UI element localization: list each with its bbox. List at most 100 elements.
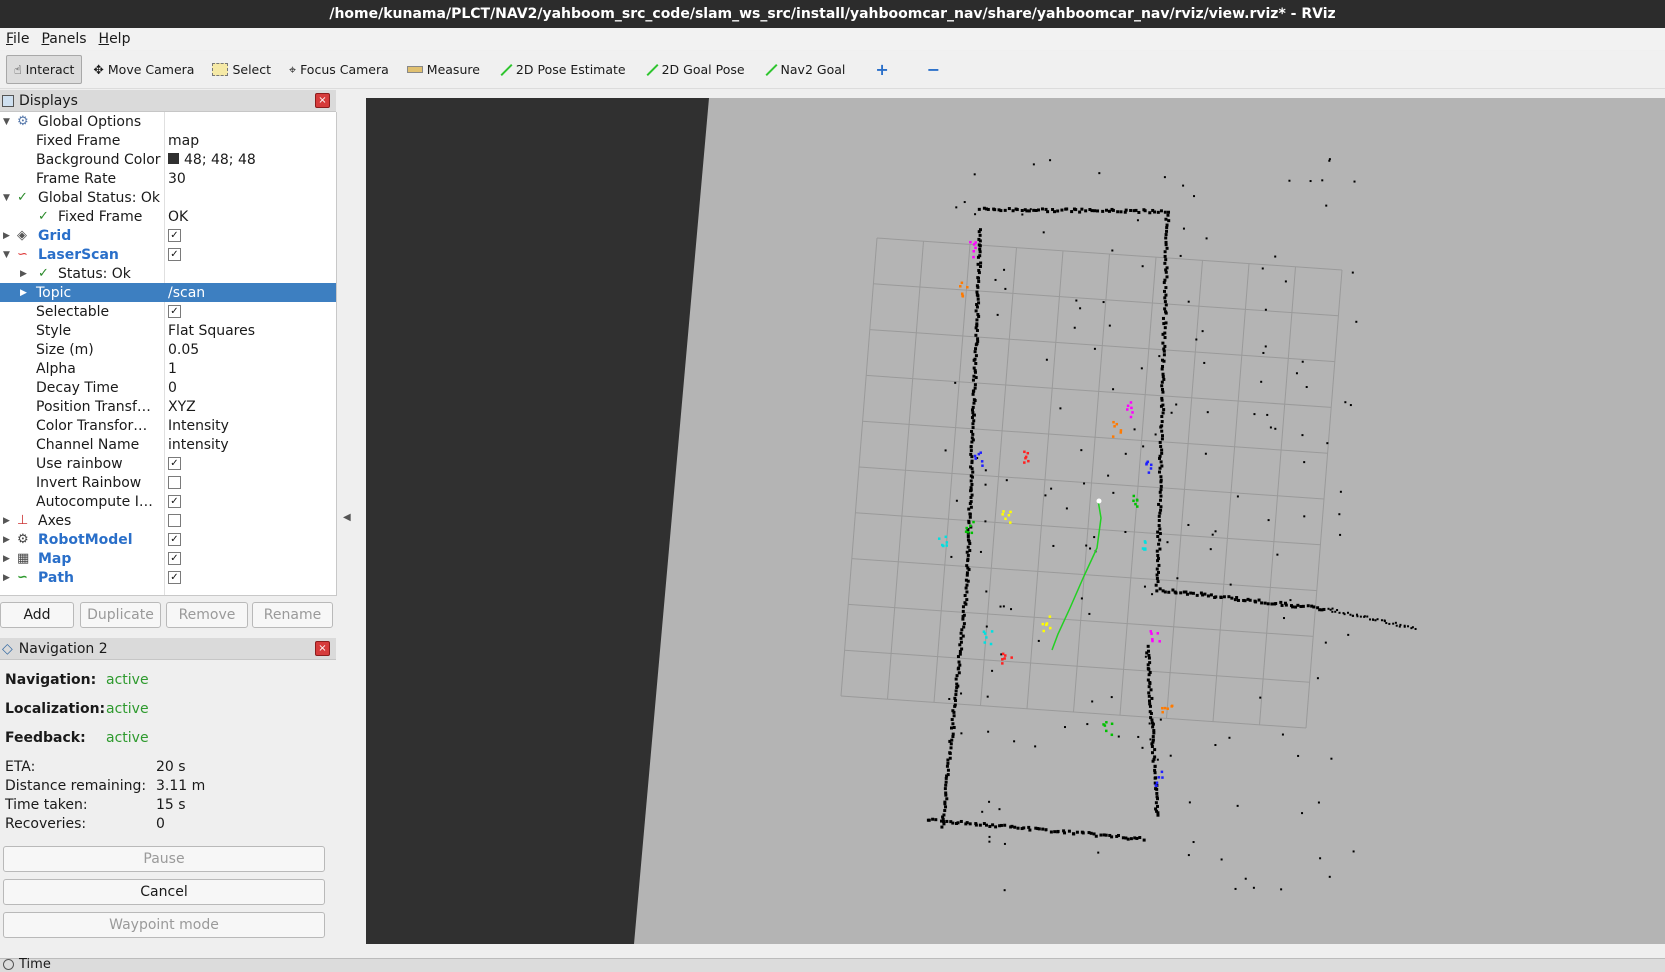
- tree-row-fixed-frame[interactable]: Fixed Frame map: [0, 131, 336, 150]
- green-arrow-icon: [498, 63, 512, 77]
- measure-tool[interactable]: Measure: [400, 56, 487, 83]
- interact-tool[interactable]: ☝ Interact: [6, 55, 83, 84]
- tree-row-channel-name[interactable]: Channel Name intensity: [0, 435, 336, 454]
- render-viewport[interactable]: [366, 98, 1665, 944]
- tree-row-alpha[interactable]: Alpha 1: [0, 359, 336, 378]
- monitor-icon: [2, 94, 14, 107]
- navigation-label: Navigation:: [5, 672, 97, 688]
- color-swatch: [168, 153, 179, 164]
- check-icon: ✓: [38, 266, 49, 281]
- tree-row-background-color[interactable]: Background Color 48; 48; 48: [0, 150, 336, 169]
- tree-row-laserscan[interactable]: ▼ ∽ LaserScan ✓: [0, 245, 336, 264]
- eta-value: 20 s: [156, 759, 186, 775]
- tree-row-grid[interactable]: ▶ ◈ Grid ✓: [0, 226, 336, 245]
- tree-row-map[interactable]: ▶ ▦ Map ✓: [0, 549, 336, 568]
- displays-title: Displays: [19, 92, 78, 109]
- tree-row-use-rainbow[interactable]: Use rainbow ✓: [0, 454, 336, 473]
- tree-row-path[interactable]: ▶ ∽ Path ✓: [0, 568, 336, 587]
- tree-row-decay-time[interactable]: Decay Time 0: [0, 378, 336, 397]
- minus-icon: −: [926, 60, 941, 79]
- tree-row-global-options[interactable]: ▼ ⚙ Global Options: [0, 112, 336, 131]
- menu-panels[interactable]: Panels: [35, 31, 92, 47]
- checkbox[interactable]: ✓: [168, 552, 181, 565]
- tree-row-invert-rainbow[interactable]: Invert Rainbow: [0, 473, 336, 492]
- map-icon: ▦: [17, 551, 30, 566]
- checkbox[interactable]: ✓: [168, 571, 181, 584]
- rename-display-button[interactable]: Rename: [252, 602, 333, 628]
- time-taken-label: Time taken:: [5, 797, 88, 813]
- checkbox[interactable]: ✓: [168, 495, 181, 508]
- chevron-right-icon[interactable]: ▶: [3, 535, 10, 545]
- tree-row-size[interactable]: Size (m) 0.05: [0, 340, 336, 359]
- checkbox[interactable]: ✓: [168, 457, 181, 470]
- tree-row-axes[interactable]: ▶ ⊥ Axes: [0, 511, 336, 530]
- green-arrow-icon: [644, 63, 658, 77]
- eta-label: ETA:: [5, 759, 36, 775]
- tree-row-color-transformer[interactable]: Color Transfor… Intensity: [0, 416, 336, 435]
- cancel-button[interactable]: Cancel: [3, 879, 325, 905]
- add-tool-button[interactable]: +: [868, 56, 895, 83]
- nav2-panel: Navigation: active Localization: active …: [0, 660, 336, 958]
- chevron-right-icon[interactable]: ▶: [3, 573, 10, 583]
- time-taken-value: 15 s: [156, 797, 186, 813]
- tree-row-position-transformer[interactable]: Position Transf… XYZ: [0, 397, 336, 416]
- tree-row-style[interactable]: Style Flat Squares: [0, 321, 336, 340]
- hand-icon: ☝: [14, 62, 22, 77]
- checkbox[interactable]: [168, 476, 181, 489]
- focus-camera-tool[interactable]: ⌖ Focus Camera: [282, 56, 396, 83]
- 2d-pose-estimate-tool[interactable]: 2D Pose Estimate: [491, 56, 633, 83]
- checkbox[interactable]: [168, 514, 181, 527]
- chevron-right-icon[interactable]: ▶: [20, 288, 27, 298]
- distance-label: Distance remaining:: [5, 778, 147, 794]
- chevron-down-icon[interactable]: ▼: [3, 193, 10, 203]
- close-icon[interactable]: ×: [315, 93, 330, 108]
- tree-row-laserscan-status[interactable]: ▶ ✓ Status: Ok: [0, 264, 336, 283]
- checkbox[interactable]: ✓: [168, 305, 181, 318]
- pause-button[interactable]: Pause: [3, 846, 325, 872]
- waypoint-mode-button[interactable]: Waypoint mode: [3, 912, 325, 938]
- nav2-panel-header: ◇ Navigation 2 ×: [0, 638, 336, 660]
- recoveries-value: 0: [156, 816, 165, 832]
- diamond-icon: ◇: [2, 640, 13, 657]
- checkbox[interactable]: ✓: [168, 533, 181, 546]
- robot-icon: ⚙: [17, 532, 29, 547]
- checkbox[interactable]: ✓: [168, 229, 181, 242]
- navigation-value: active: [106, 672, 149, 688]
- toolbar: ☝ Interact ✥ Move Camera Select ⌖ Focus …: [0, 51, 1665, 89]
- duplicate-display-button[interactable]: Duplicate: [80, 602, 161, 628]
- tree-row-selectable[interactable]: Selectable ✓: [0, 302, 336, 321]
- chevron-right-icon[interactable]: ▶: [3, 516, 10, 526]
- tree-row-topic[interactable]: ▶ Topic /scan: [0, 283, 336, 302]
- gear-icon: ⚙: [17, 114, 29, 129]
- remove-display-button[interactable]: Remove: [166, 602, 248, 628]
- green-arrow-icon: [763, 63, 777, 77]
- path-icon: ∽: [17, 570, 28, 585]
- tree-row-autocompute-intensity[interactable]: Autocompute I… ✓: [0, 492, 336, 511]
- tree-row-frame-rate[interactable]: Frame Rate 30: [0, 169, 336, 188]
- map-render: [634, 98, 1665, 944]
- add-display-button[interactable]: Add: [0, 602, 74, 628]
- menu-file[interactable]: File: [0, 31, 35, 47]
- chevron-right-icon[interactable]: ▶: [20, 269, 27, 279]
- close-icon[interactable]: ×: [315, 641, 330, 656]
- tree-row-status-fixed-frame[interactable]: ✓ Fixed Frame OK: [0, 207, 336, 226]
- select-tool[interactable]: Select: [205, 56, 278, 83]
- remove-tool-button[interactable]: −: [920, 56, 947, 83]
- tree-row-robotmodel[interactable]: ▶ ⚙ RobotModel ✓: [0, 530, 336, 549]
- chevron-down-icon[interactable]: ▼: [3, 117, 10, 127]
- menu-help[interactable]: Help: [93, 31, 137, 47]
- select-box-icon: [212, 63, 229, 76]
- nav2-goal-tool[interactable]: Nav2 Goal: [756, 56, 853, 83]
- tree-row-global-status[interactable]: ▼ ✓ Global Status: Ok: [0, 188, 336, 207]
- checkbox[interactable]: ✓: [168, 248, 181, 261]
- feedback-value: active: [106, 730, 149, 746]
- nav2-title: Navigation 2: [18, 640, 108, 657]
- 2d-goal-pose-tool[interactable]: 2D Goal Pose: [637, 56, 752, 83]
- chevron-right-icon[interactable]: ▶: [3, 231, 10, 241]
- chevron-right-icon[interactable]: ▶: [3, 554, 10, 564]
- chevron-down-icon[interactable]: ▼: [3, 250, 10, 260]
- collapse-handle[interactable]: ◀: [343, 512, 351, 523]
- recoveries-label: Recoveries:: [5, 816, 87, 832]
- grid-icon: ◈: [17, 228, 27, 243]
- move-camera-tool[interactable]: ✥ Move Camera: [86, 56, 201, 83]
